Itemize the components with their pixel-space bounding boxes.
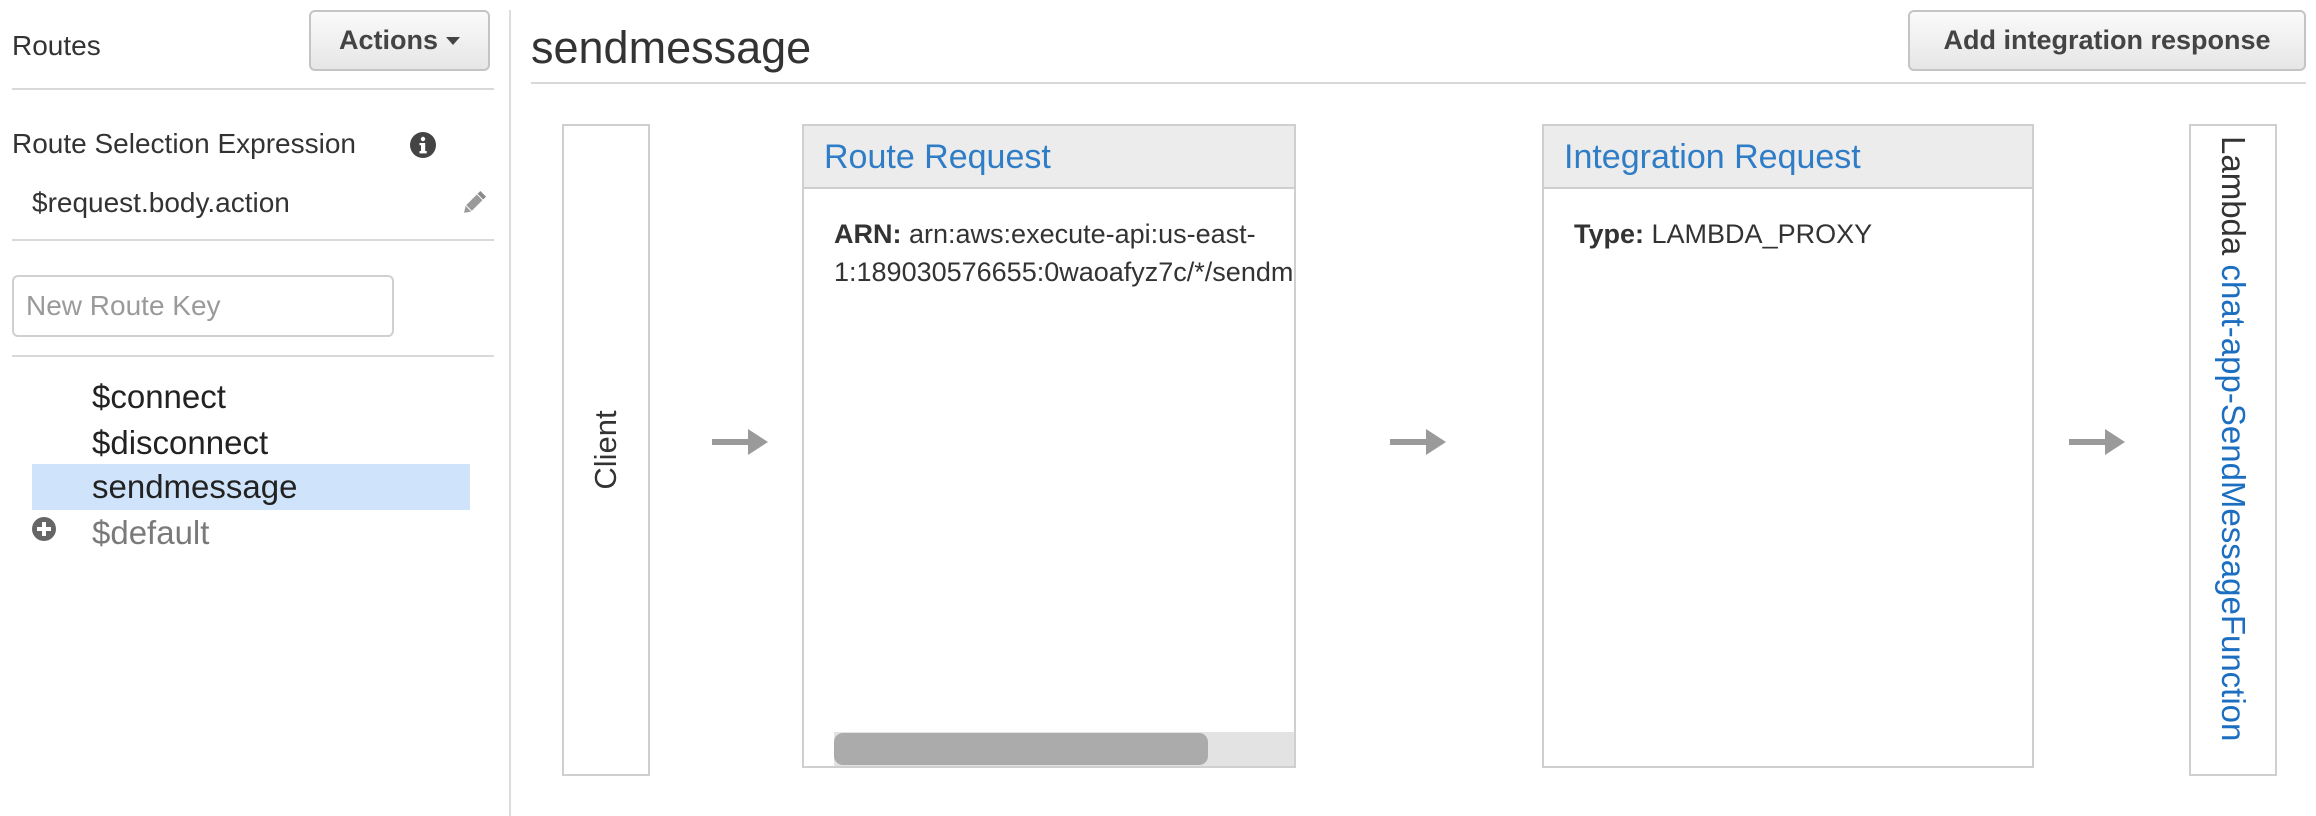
horizontal-scrollbar[interactable] xyxy=(834,732,1294,766)
chevron-down-icon xyxy=(446,36,460,45)
header-divider xyxy=(531,82,2306,84)
routes-title: Routes xyxy=(12,30,101,61)
sidebar-divider xyxy=(12,88,494,90)
add-integration-response-button[interactable]: Add integration response xyxy=(1908,10,2306,71)
actions-button-label: Actions xyxy=(338,25,438,55)
arn-value-line1: arn:aws:execute-api:us-east- xyxy=(909,219,1256,249)
pencil-icon[interactable] xyxy=(459,188,489,218)
lambda-function-link[interactable]: chat-app-SendMessageFunction xyxy=(2215,264,2252,741)
page-title: sendmessage xyxy=(531,22,812,73)
client-box: Client xyxy=(562,124,650,776)
route-request-title[interactable]: Route Request xyxy=(804,126,1294,189)
arn-label: ARN: xyxy=(834,219,902,249)
integration-request-card: Integration Request Type: LAMBDA_PROXY xyxy=(1542,124,2034,768)
scrollbar-thumb[interactable] xyxy=(834,733,1208,765)
client-label: Client xyxy=(588,410,623,490)
new-route-key-input[interactable] xyxy=(12,275,394,337)
info-icon[interactable] xyxy=(409,131,437,159)
route-selection-label: Route Selection Expression xyxy=(12,128,356,159)
integration-request-body: Type: LAMBDA_PROXY xyxy=(1544,189,2032,253)
lambda-box: Lambda chat-app-SendMessageFunction xyxy=(2189,124,2277,776)
type-label: Type: xyxy=(1574,219,1645,249)
lambda-label: Lambda chat-app-SendMessageFunction xyxy=(2213,136,2253,766)
route-item-default[interactable]: $default xyxy=(32,510,470,556)
route-item-connect[interactable]: $connect xyxy=(32,374,470,420)
actions-button[interactable]: Actions xyxy=(309,10,490,71)
type-value: LAMBDA_PROXY xyxy=(1651,219,1873,249)
integration-request-title[interactable]: Integration Request xyxy=(1544,126,2032,189)
panel-divider xyxy=(509,10,511,816)
lambda-prefix: Lambda xyxy=(2215,136,2252,256)
arrow-right-icon xyxy=(1390,429,1446,455)
route-request-card: Route Request ARN: arn:aws:execute-api:u… xyxy=(802,124,1296,768)
route-request-body: ARN: arn:aws:execute-api:us-east- 1:1890… xyxy=(804,189,1294,291)
sidebar-divider xyxy=(12,355,494,357)
arrow-right-icon xyxy=(712,429,768,455)
sidebar-divider xyxy=(12,239,494,241)
route-item-disconnect[interactable]: $disconnect xyxy=(32,420,470,466)
arn-value-line2: 1:189030576655:0waoafyz7c/*/sendmessage xyxy=(834,257,1294,287)
route-item-sendmessage[interactable]: sendmessage xyxy=(32,464,470,510)
route-selection-value: $request.body.action xyxy=(32,187,290,218)
plus-circle-icon[interactable] xyxy=(31,516,57,542)
arrow-right-icon xyxy=(2069,429,2125,455)
